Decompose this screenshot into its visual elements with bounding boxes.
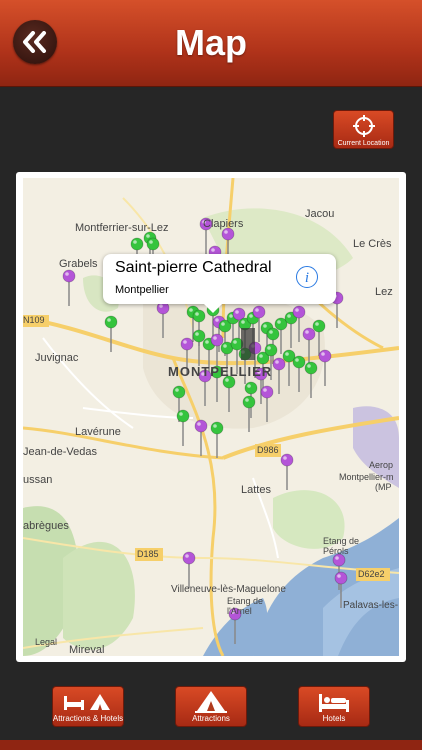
map-pin[interactable] bbox=[280, 453, 294, 490]
place-laverune: Lavérune bbox=[75, 426, 121, 438]
map-pin[interactable] bbox=[104, 315, 118, 352]
map-view[interactable]: Montferrier-sur-Lez Grabels Clapiers Jac… bbox=[23, 178, 399, 656]
road-d185: D185 bbox=[137, 549, 159, 559]
info-icon[interactable]: i bbox=[296, 266, 318, 288]
bed-icon bbox=[319, 694, 349, 712]
place-montferrier: Montferrier-sur-Lez bbox=[75, 222, 169, 234]
tab-attractions-label: Attractions bbox=[192, 714, 230, 723]
place-juvignac: Juvignac bbox=[35, 352, 79, 364]
road-d62e2: D62e2 bbox=[358, 569, 385, 579]
place-jacou: Jacou bbox=[305, 208, 335, 220]
map-frame: Montferrier-sur-Lez Grabels Clapiers Jac… bbox=[16, 172, 406, 662]
tab-hotels[interactable]: Hotels bbox=[298, 686, 370, 727]
place-grabels: Grabels bbox=[59, 258, 98, 270]
tab-hotels-label: Hotels bbox=[322, 714, 346, 723]
selected-pin-cluster[interactable] bbox=[241, 328, 255, 360]
attractions-hotels-icon bbox=[64, 694, 110, 710]
place-jean-de-vedas: Jean-de-Vedas bbox=[23, 446, 97, 458]
map-callout[interactable]: Saint-pierre Cathedral Montpellier i bbox=[103, 254, 336, 313]
place-etang-perols: Etang de Pérols bbox=[323, 536, 360, 556]
road-d986: D986 bbox=[257, 445, 279, 455]
place-aeroport: Aerop bbox=[369, 460, 394, 470]
crosshair-icon bbox=[352, 115, 375, 137]
callout-tail bbox=[203, 303, 223, 313]
tab-attractions-hotels-label: Attractions & Hotels bbox=[52, 714, 124, 723]
place-lattes: Lattes bbox=[241, 484, 271, 496]
map-pin[interactable] bbox=[176, 409, 190, 446]
place-etang-arnel: Etang de l'Arnel bbox=[227, 596, 264, 616]
legal-link[interactable]: Legal bbox=[35, 637, 57, 647]
page-title: Map bbox=[175, 22, 247, 63]
current-location-button[interactable]: Current Location bbox=[333, 110, 394, 149]
place-montpellier: MONTPELLIER bbox=[168, 364, 273, 379]
place-le-cres: Le Crès bbox=[353, 238, 392, 250]
place-fabregues: abrègues bbox=[23, 520, 69, 532]
tab-attractions[interactable]: Attractions bbox=[175, 686, 247, 727]
current-location-label: Current Location bbox=[337, 140, 390, 147]
place-mp: (MP bbox=[375, 482, 392, 492]
place-mireval: Mireval bbox=[69, 644, 105, 656]
place-villeneuve: Villeneuve-lès-Maguelone bbox=[171, 584, 286, 595]
tent-icon bbox=[195, 691, 227, 713]
map-pin[interactable] bbox=[210, 421, 224, 458]
place-saussan: ussan bbox=[23, 474, 53, 486]
header-bar: Map bbox=[0, 0, 422, 87]
place-clapiers: Clapiers bbox=[203, 218, 244, 230]
map-pin[interactable] bbox=[182, 551, 196, 588]
callout-title: Saint-pierre Cathedral bbox=[115, 259, 272, 276]
tab-attractions-hotels[interactable]: Attractions & Hotels bbox=[52, 686, 124, 727]
place-lez: Lez bbox=[375, 286, 393, 298]
callout-subtitle: Montpellier bbox=[115, 284, 169, 296]
bottom-strip bbox=[0, 740, 422, 750]
road-n109: N109 bbox=[23, 315, 45, 325]
map-pin[interactable] bbox=[62, 269, 76, 306]
place-palavas: Palavas-les- bbox=[343, 600, 399, 611]
place-montpellier-m: Montpellier-m bbox=[339, 472, 394, 482]
